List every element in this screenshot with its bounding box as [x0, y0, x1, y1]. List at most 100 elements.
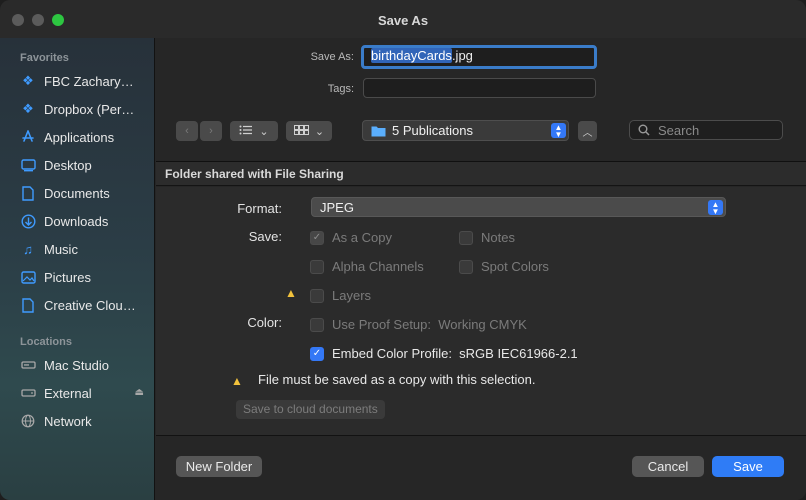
save-form: Save As: birthdayCards.jpg Tags: ‹ › ⌄ ⌄	[156, 38, 806, 162]
layers-checkbox[interactable]: Layers	[310, 288, 371, 303]
options-panel: Format: JPEG ▲ ▼ Save: ✓ As a Copy Notes …	[156, 187, 806, 435]
warning-icon: ▲	[231, 374, 243, 388]
sidebar-item-desktop[interactable]: Desktop	[20, 154, 146, 176]
folder-icon	[371, 125, 386, 137]
sidebar-item-applications[interactable]: Applications	[20, 126, 146, 148]
music-icon: ♫	[23, 241, 33, 257]
sidebar-item-label: Applications	[44, 129, 115, 145]
chevron-down-icon: ⌄	[314, 125, 325, 138]
search-field[interactable]: Search	[629, 120, 783, 140]
notes-checkbox[interactable]: Notes	[459, 230, 515, 245]
save-to-cloud-button[interactable]: Save to cloud documents	[236, 400, 385, 419]
back-button[interactable]: ‹	[176, 121, 198, 141]
cancel-button[interactable]: Cancel	[632, 456, 704, 477]
as-a-copy-checkbox[interactable]: ✓ As a Copy	[310, 230, 392, 245]
sidebar-item-mac-studio[interactable]: Mac Studio	[20, 354, 146, 376]
spot-colors-label: Spot Colors	[481, 259, 549, 274]
format-label: Format:	[237, 201, 282, 216]
grid-view-icon	[293, 124, 309, 138]
window-title: Save As	[377, 13, 429, 28]
dropbox-icon: ❖	[22, 101, 34, 116]
applications-icon	[20, 129, 36, 145]
copy-warning-text: File must be saved as a copy with this s…	[258, 372, 536, 387]
spot-colors-checkbox[interactable]: Spot Colors	[459, 259, 549, 274]
sidebar-item-documents[interactable]: Documents	[20, 182, 146, 204]
checkbox-box	[310, 317, 324, 332]
use-proof-setup-checkbox[interactable]: Use Proof Setup: Working CMYK	[310, 317, 527, 332]
document-icon	[20, 297, 36, 313]
dialog-footer: New Folder Cancel Save	[156, 435, 806, 500]
title-bar: Save As	[0, 0, 806, 38]
checkmark-icon: ✓	[310, 346, 324, 361]
search-placeholder: Search	[658, 122, 700, 138]
sidebar-item-label: FBC Zachary…	[44, 73, 134, 89]
sidebar-item-dropbox[interactable]: ❖ Dropbox (Per…	[20, 98, 146, 120]
warning-icon: ▲	[285, 286, 297, 300]
location-popup[interactable]: 5 Publications ▲ ▼	[362, 120, 569, 141]
layers-label: Layers	[332, 288, 372, 303]
view-list-button[interactable]: ⌄	[230, 121, 278, 141]
desktop-icon	[20, 157, 36, 173]
location-label: 5 Publications	[392, 123, 473, 138]
eject-icon[interactable]: ⏏	[135, 387, 144, 398]
sidebar-item-creative-cloud[interactable]: Creative Clou…	[20, 294, 146, 316]
as-a-copy-label: As a Copy	[332, 230, 392, 245]
sidebar-item-label: Creative Clou…	[44, 297, 136, 313]
sidebar-item-downloads[interactable]: Downloads	[20, 210, 146, 232]
alpha-channels-checkbox[interactable]: Alpha Channels	[310, 259, 424, 274]
save-options-label: Save:	[248, 229, 282, 244]
new-folder-button[interactable]: New Folder	[176, 456, 262, 477]
sidebar-item-label: Desktop	[44, 157, 92, 173]
checkbox-box	[459, 259, 473, 274]
list-view-icon	[239, 125, 253, 138]
sidebar-item-fbc-zachary[interactable]: ❖ FBC Zachary…	[20, 70, 146, 92]
sidebar-item-label: Network	[44, 413, 92, 429]
updown-arrows-icon: ▲ ▼	[551, 123, 566, 139]
embed-color-profile-checkbox[interactable]: ✓ Embed Color Profile: sRGB IEC61966-2.1	[310, 346, 578, 361]
sidebar-item-external[interactable]: External	[20, 382, 146, 404]
alpha-channels-label: Alpha Channels	[332, 259, 424, 274]
checkbox-box	[459, 230, 473, 245]
filename-selected-text: birthdayCards	[371, 48, 452, 63]
network-icon	[20, 413, 36, 429]
pictures-icon	[20, 269, 36, 285]
notes-label: Notes	[481, 230, 515, 245]
tags-label: Tags:	[327, 83, 354, 95]
sidebar-item-label: Downloads	[44, 213, 109, 229]
checkbox-box	[310, 259, 324, 274]
save-as-dialog: Save As Favorites ❖ FBC Zachary… ❖ Dropb…	[0, 0, 806, 500]
sidebar-item-label: External	[44, 385, 92, 401]
sidebar-item-label: Documents	[44, 185, 110, 201]
forward-button[interactable]: ›	[200, 121, 222, 141]
sidebar-item-label: Dropbox (Per…	[44, 101, 135, 117]
format-value: JPEG	[320, 199, 354, 215]
group-by-button[interactable]: ⌄	[286, 121, 332, 141]
updown-arrows-icon: ▲ ▼	[708, 200, 723, 216]
format-popup[interactable]: JPEG ▲ ▼	[311, 197, 726, 217]
sidebar: Favorites ❖ FBC Zachary… ❖ Dropbox (Per……	[0, 38, 155, 500]
chevron-up-icon: ︿	[582, 127, 593, 139]
document-icon	[20, 185, 36, 201]
shared-folder-bar: Folder shared with File Sharing	[156, 162, 806, 186]
save-button[interactable]: Save	[712, 456, 784, 477]
color-label: Color:	[247, 315, 282, 330]
favorites-heading: Favorites	[20, 52, 69, 64]
filename-extension: .jpg	[451, 48, 473, 63]
sidebar-item-label: Pictures	[44, 269, 91, 285]
sidebar-item-label: Mac Studio	[44, 357, 110, 373]
sidebar-item-network[interactable]: Network	[20, 410, 146, 432]
filename-input[interactable]: birthdayCards.jpg	[361, 45, 597, 69]
main-panel: Save As: birthdayCards.jpg Tags: ‹ › ⌄ ⌄	[156, 38, 806, 500]
drive-icon	[20, 385, 36, 401]
chevron-left-icon: ‹	[185, 125, 189, 137]
tags-input[interactable]	[363, 78, 596, 98]
expand-collapse-button[interactable]: ︿	[578, 121, 597, 141]
locations-heading: Locations	[20, 336, 72, 348]
checkbox-box	[310, 288, 324, 303]
save-as-label: Save As:	[310, 51, 354, 63]
chevron-right-icon: ›	[209, 125, 213, 137]
embed-color-profile-label: Embed Color Profile: sRGB IEC61966-2.1	[332, 346, 578, 361]
sidebar-item-pictures[interactable]: Pictures	[20, 266, 146, 288]
sidebar-item-music[interactable]: ♫ Music	[20, 238, 146, 260]
computer-icon	[20, 357, 36, 373]
